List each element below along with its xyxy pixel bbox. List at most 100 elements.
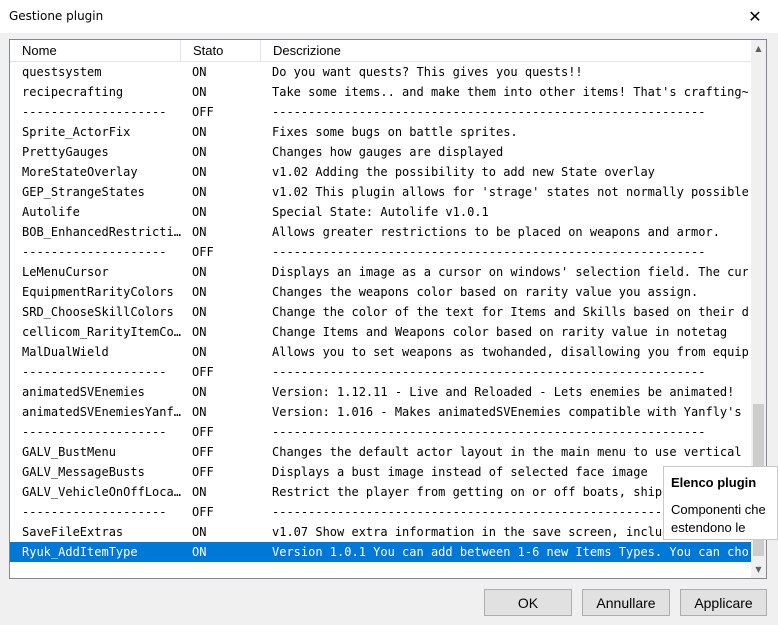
plugin-state: ON <box>192 165 207 179</box>
plugin-description: ----------------------------------------… <box>272 425 706 439</box>
list-header: Nome Stato Descrizione <box>10 40 753 62</box>
plugin-state: ON <box>192 225 207 239</box>
title-bar: Gestione plugin ✕ <box>0 0 778 33</box>
scroll-up-icon[interactable]: ▲ <box>751 40 766 57</box>
plugin-name: -------------------- <box>22 365 167 379</box>
plugin-name: cellicom_RarityItemCo… <box>22 325 181 339</box>
column-header-name[interactable]: Nome <box>10 40 181 61</box>
table-row[interactable]: LeMenuCursor ON Displays an image as a cur… <box>10 262 753 282</box>
plugin-description: Allows you to set weapons as twohanded, … <box>272 345 748 359</box>
plugin-list[interactable]: Nome Stato Descrizione questsystem ON Do y… <box>9 39 767 579</box>
plugin-name: SRD_ChooseSkillColors <box>22 305 174 319</box>
table-row[interactable]: SRD_ChooseSkillColors ON Change the color … <box>10 302 753 322</box>
plugin-state: ON <box>192 65 207 79</box>
close-button[interactable]: ✕ <box>732 0 778 33</box>
plugin-description: Do you want quests? This gives you quest… <box>272 65 583 79</box>
plugin-description: v1.02 This plugin allows for 'strage' st… <box>272 185 748 199</box>
plugin-description: Change the color of the text for Items a… <box>272 305 748 319</box>
table-row[interactable]: animatedSVEnemiesYanf… ON Version: 1.016 -… <box>10 402 753 422</box>
plugin-name: recipecrafting <box>22 85 124 99</box>
table-row[interactable]: GEP_StrangeStates ON v1.02 This plugin all… <box>10 182 753 202</box>
plugin-state: ON <box>192 485 207 499</box>
table-row[interactable]: GALV_VehicleOnOffLoca… ON Restrict the pla… <box>10 482 753 502</box>
plugin-state: ON <box>192 385 207 399</box>
table-row[interactable]: BOB_EnhancedRestricti… ON Allows greater r… <box>10 222 753 242</box>
table-row[interactable]: cellicom_RarityItemCo… ON Change Items and… <box>10 322 753 342</box>
plugin-description: Displays an image as a cursor on windows… <box>272 265 748 279</box>
plugin-name: EquipmentRarityColors <box>22 285 174 299</box>
plugin-description: Take some items.. and make them into oth… <box>272 85 748 99</box>
ok-button[interactable]: OK <box>484 589 572 616</box>
plugin-name: -------------------- <box>22 425 167 439</box>
table-row[interactable]: recipecrafting ON Take some items.. and ma… <box>10 82 753 102</box>
table-row[interactable]: -------------------- OFF -----------------… <box>10 102 753 122</box>
table-row[interactable]: SaveFileExtras ON v1.07 Show extra informa… <box>10 522 753 542</box>
plugin-name: SaveFileExtras <box>22 525 124 539</box>
plugin-name: animatedSVEnemies <box>22 385 145 399</box>
plugin-description: v1.02 Adding the possibility to add new … <box>272 165 655 179</box>
table-row[interactable]: EquipmentRarityColors ON Changes the weapo… <box>10 282 753 302</box>
plugin-name: BOB_EnhancedRestricti… <box>22 225 181 239</box>
plugin-state: OFF <box>192 105 214 119</box>
plugin-name: animatedSVEnemiesYanf… <box>22 405 181 419</box>
plugin-state: ON <box>192 185 207 199</box>
table-row[interactable]: -------------------- OFF -----------------… <box>10 422 753 442</box>
plugin-name: GALV_MessageBusts <box>22 465 145 479</box>
table-row[interactable]: MalDualWield ON Allows you to set weapons … <box>10 342 753 362</box>
plugin-name: MoreStateOverlay <box>22 165 138 179</box>
table-row[interactable]: -------------------- OFF -----------------… <box>10 242 753 262</box>
plugin-description: Changes how gauges are displayed <box>272 145 504 159</box>
tooltip: Elenco plugin Componenti che estendono l… <box>663 466 778 540</box>
scroll-down-icon[interactable]: ▼ <box>751 561 766 578</box>
plugin-description: ----------------------------------------… <box>272 365 706 379</box>
plugin-state: OFF <box>192 505 214 519</box>
plugin-name: PrettyGauges <box>22 145 109 159</box>
plugin-name: Autolife <box>22 205 80 219</box>
table-row[interactable]: Sprite_ActorFix ON Fixes some bugs on batt… <box>10 122 753 142</box>
plugin-description: Fixes some bugs on battle sprites. <box>272 125 518 139</box>
plugin-name: -------------------- <box>22 505 167 519</box>
plugin-description: ----------------------------------------… <box>272 105 706 119</box>
plugin-description: Changes the default actor layout in the … <box>272 445 748 459</box>
plugin-rows: questsystem ON Do you want quests? This gi… <box>10 62 753 562</box>
plugin-state: ON <box>192 545 207 559</box>
table-row[interactable]: -------------------- OFF -----------------… <box>10 362 753 382</box>
plugin-state: ON <box>192 265 207 279</box>
plugin-state: ON <box>192 405 207 419</box>
plugin-state: ON <box>192 145 207 159</box>
plugin-state: OFF <box>192 425 214 439</box>
plugin-description: Version 1.0.1 You can add between 1-6 ne… <box>272 545 748 559</box>
plugin-state: ON <box>192 345 207 359</box>
plugin-name: -------------------- <box>22 245 167 259</box>
table-row[interactable]: questsystem ON Do you want quests? This gi… <box>10 62 753 82</box>
plugin-name: questsystem <box>22 65 102 79</box>
tooltip-body: Componenti che estendono le funzionalità… <box>671 502 777 539</box>
plugin-state: OFF <box>192 245 214 259</box>
cancel-button[interactable]: Annullare <box>582 589 670 616</box>
table-row[interactable]: MoreStateOverlay ON v1.02 Adding the possi… <box>10 162 753 182</box>
table-row[interactable]: -------------------- OFF -----------------… <box>10 502 753 522</box>
table-row[interactable]: Ryuk_AddItemType ON Version 1.0.1 You can … <box>10 542 753 562</box>
plugin-name: Ryuk_AddItemType <box>22 545 138 559</box>
table-row[interactable]: GALV_MessageBusts OFF Displays a bust imag… <box>10 462 753 482</box>
plugin-state: ON <box>192 125 207 139</box>
plugin-state: ON <box>192 525 207 539</box>
plugin-state: ON <box>192 285 207 299</box>
plugin-name: GALV_VehicleOnOffLoca… <box>22 485 181 499</box>
column-header-description[interactable]: Descrizione <box>261 40 753 61</box>
table-row[interactable]: PrettyGauges ON Changes how gauges are dis… <box>10 142 753 162</box>
plugin-state: ON <box>192 305 207 319</box>
table-row[interactable]: animatedSVEnemies ON Version: 1.12.11 - Li… <box>10 382 753 402</box>
plugin-description: Changes the weapons color based on rarit… <box>272 285 699 299</box>
plugin-state: ON <box>192 85 207 99</box>
table-row[interactable]: Autolife ON Special State: Autolife v1.0.1 <box>10 202 753 222</box>
apply-button[interactable]: Applicare <box>680 589 767 616</box>
plugin-name: Sprite_ActorFix <box>22 125 131 139</box>
plugin-name: LeMenuCursor <box>22 265 109 279</box>
plugin-description: ----------------------------------------… <box>272 245 706 259</box>
table-row[interactable]: GALV_BustMenu OFF Changes the default acto… <box>10 442 753 462</box>
plugin-name: MalDualWield <box>22 345 109 359</box>
plugin-state: OFF <box>192 445 214 459</box>
plugin-description: Change Items and Weapons color based on … <box>272 325 728 339</box>
column-header-state[interactable]: Stato <box>181 40 261 61</box>
